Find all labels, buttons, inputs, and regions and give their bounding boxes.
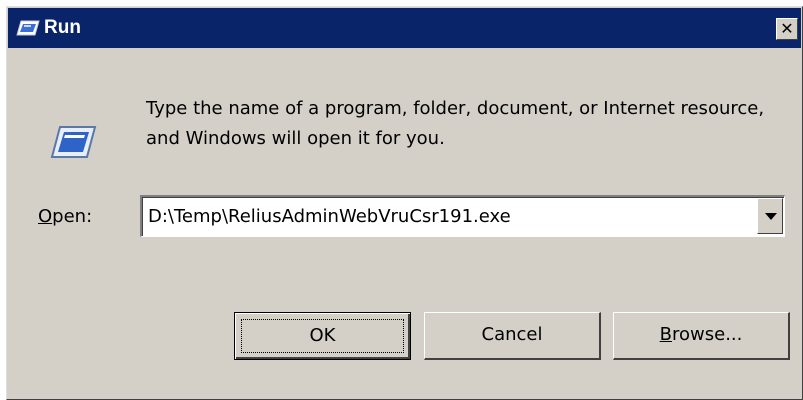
chevron-down-icon xyxy=(765,213,777,220)
window-title: Run xyxy=(44,17,81,38)
ok-label: OK xyxy=(309,325,336,346)
browse-button[interactable]: Browse... xyxy=(613,312,790,360)
open-combobox[interactable] xyxy=(140,195,785,237)
run-program-icon xyxy=(50,126,97,158)
cancel-button[interactable]: Cancel xyxy=(424,312,601,360)
open-label-text: pen: xyxy=(52,206,93,227)
open-label-mnemonic: O xyxy=(38,206,53,227)
run-dialog: Run ✕ Type the name of a program, folder… xyxy=(6,6,803,400)
close-icon: ✕ xyxy=(780,19,794,38)
close-button[interactable]: ✕ xyxy=(776,18,798,40)
dropdown-button[interactable] xyxy=(757,198,783,234)
ok-button[interactable]: OK xyxy=(234,312,411,360)
browse-mnemonic: B xyxy=(659,324,672,345)
run-icon xyxy=(16,20,40,36)
browse-label: rowse... xyxy=(672,324,743,345)
open-input[interactable] xyxy=(144,198,754,234)
ok-focus-rect: OK xyxy=(241,319,404,353)
open-label: Open: xyxy=(38,205,92,229)
instruction-text: Type the name of a program, folder, docu… xyxy=(146,98,765,149)
title-bar[interactable]: Run ✕ xyxy=(8,8,801,48)
cancel-label: Cancel xyxy=(481,324,543,345)
